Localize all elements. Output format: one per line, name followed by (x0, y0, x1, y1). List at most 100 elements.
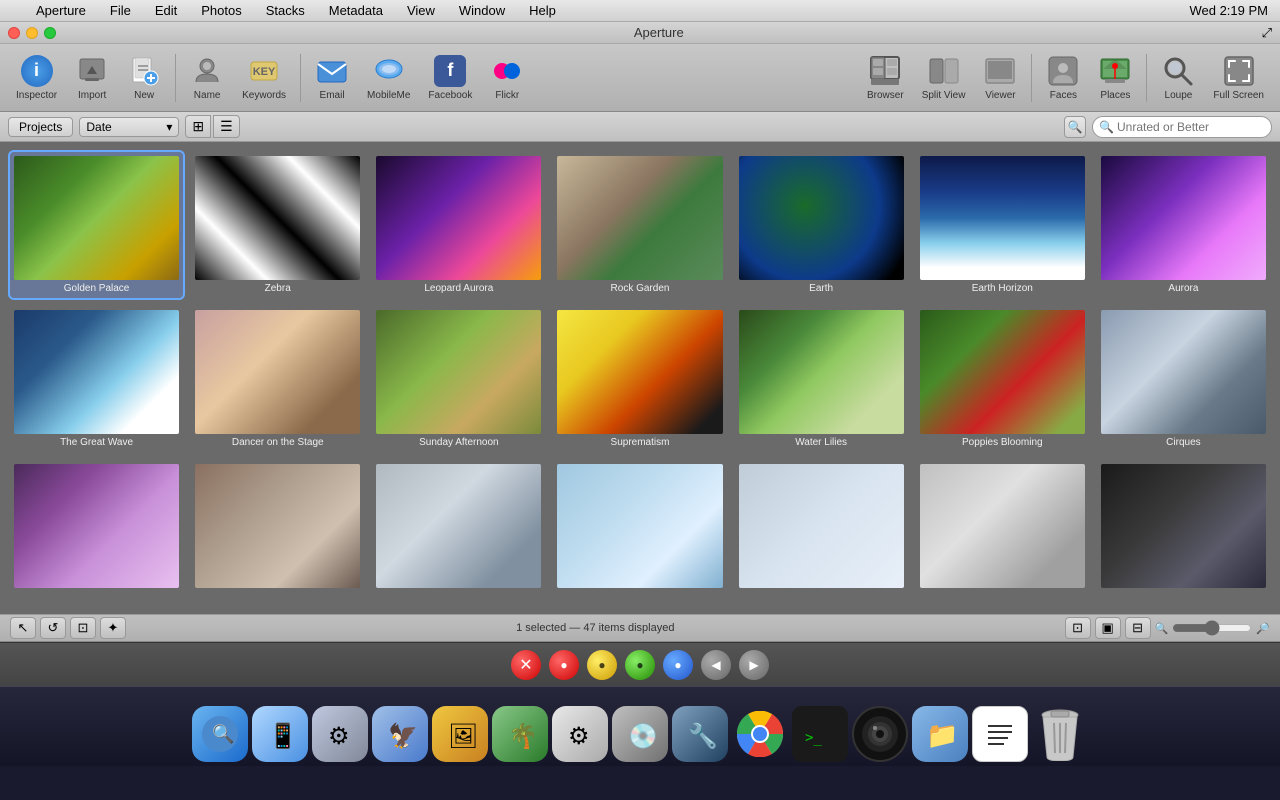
rotate-tool-button[interactable]: ↺ (40, 617, 66, 639)
dock-finder[interactable]: 🔍 (192, 706, 248, 762)
dock-textedit[interactable] (972, 706, 1028, 762)
dock-folder[interactable]: 📁 (912, 706, 968, 762)
inspector-icon: i (21, 55, 53, 87)
dock-camera[interactable] (852, 706, 908, 762)
filmstrip-button[interactable]: ⊟ (1125, 617, 1151, 639)
mobileme-button[interactable]: MobileMe (359, 51, 418, 105)
photo-thumb-21 (1101, 464, 1266, 588)
rate-green-button[interactable]: ● (625, 650, 655, 680)
dock-trash[interactable] (1032, 706, 1088, 762)
dock-iphoto[interactable]: 🌴 (492, 706, 548, 762)
dock-mail[interactable]: 🦅 (372, 706, 428, 762)
photo-label-12: Water Lilies (739, 437, 904, 448)
menu-aperture[interactable]: Aperture (32, 3, 90, 18)
photo-item-10[interactable]: Sunday Afternoon (372, 306, 545, 452)
keywords-button[interactable]: KEY Keywords (234, 51, 294, 105)
email-button[interactable]: Email (307, 51, 357, 105)
photo-item-14[interactable]: Cirques (1097, 306, 1270, 452)
crop-tool-button[interactable]: ⊡ (70, 617, 96, 639)
new-button[interactable]: New (119, 51, 169, 105)
photo-label-14: Cirques (1101, 437, 1266, 448)
splitview-label: Split View (922, 90, 966, 101)
photo-item-17[interactable] (372, 460, 545, 595)
minimize-button[interactable] (26, 27, 38, 39)
maximize-button[interactable] (44, 27, 56, 39)
reject-button[interactable]: ✕ (511, 650, 541, 680)
photo-item-20[interactable] (916, 460, 1089, 595)
photo-label-3: Leopard Aurora (376, 283, 541, 294)
photo-item-9[interactable]: Dancer on the Stage (191, 306, 364, 452)
grid-view-button[interactable]: ⊞ (185, 115, 211, 138)
viewer-button[interactable]: Viewer (975, 51, 1025, 105)
fullscreen-button[interactable]: Full Screen (1205, 51, 1272, 105)
photo-info-button[interactable]: ⊡ (1065, 617, 1091, 639)
svg-text:🌴: 🌴 (508, 722, 538, 750)
prev-button[interactable]: ◀ (701, 650, 731, 680)
arrow-tool-button[interactable]: ↖ (10, 617, 36, 639)
photo-item-18[interactable] (553, 460, 726, 595)
photo-item-8[interactable]: The Great Wave (10, 306, 183, 452)
photo-item-21[interactable] (1097, 460, 1270, 595)
rate-yellow-button[interactable]: ● (587, 650, 617, 680)
menu-file[interactable]: File (106, 3, 135, 18)
facebook-button[interactable]: f Facebook (420, 51, 480, 105)
photo-item-12[interactable]: Water Lilies (735, 306, 908, 452)
projects-breadcrumb[interactable]: Projects (8, 117, 73, 137)
photo-item-1[interactable]: Golden Palace (10, 152, 183, 298)
photo-item-13[interactable]: Poppies Blooming (916, 306, 1089, 452)
photo-item-6[interactable]: Earth Horizon (916, 152, 1089, 298)
menu-metadata[interactable]: Metadata (325, 3, 387, 18)
svg-text:⚙: ⚙ (568, 723, 590, 750)
inspector-button[interactable]: i Inspector (8, 51, 65, 105)
photo-item-19[interactable] (735, 460, 908, 595)
photo-item-11[interactable]: Suprematism (553, 306, 726, 452)
window-resize-icon[interactable]: ⤢ (1262, 25, 1272, 41)
loupe-button[interactable]: Loupe (1153, 51, 1203, 105)
filter-button[interactable]: 🔍 (1064, 116, 1086, 138)
dock-automator[interactable]: ⚙ (552, 706, 608, 762)
photo-item-16[interactable] (191, 460, 364, 595)
fullscreen-icon (1223, 55, 1255, 87)
single-view-button[interactable]: ▣ (1095, 617, 1121, 639)
svg-text:KEY: KEY (253, 66, 276, 78)
faces-button[interactable]: Faces (1038, 51, 1088, 105)
dock-photos[interactable]: 🖼 (432, 706, 488, 762)
close-button[interactable] (8, 27, 20, 39)
sort-select[interactable]: Date ▾ (79, 117, 179, 137)
dock-dvd[interactable]: 💿 (612, 706, 668, 762)
zoom-slider[interactable] (1172, 621, 1252, 635)
search-input[interactable] (1092, 116, 1272, 138)
menu-view[interactable]: View (403, 3, 439, 18)
photo-item-5[interactable]: Earth (735, 152, 908, 298)
zoom-min-icon: 🔍 (1155, 622, 1169, 635)
name-button[interactable]: Name (182, 51, 232, 105)
import-button[interactable]: Import (67, 51, 117, 105)
photo-thumb-18 (557, 464, 722, 588)
menu-photos[interactable]: Photos (197, 3, 245, 18)
photo-item-3[interactable]: Leopard Aurora (372, 152, 545, 298)
dock-sysprefs[interactable]: ⚙ (312, 706, 368, 762)
flickr-button[interactable]: Flickr (482, 51, 532, 105)
places-button[interactable]: Places (1090, 51, 1140, 105)
photo-item-4[interactable]: Rock Garden (553, 152, 726, 298)
list-view-button[interactable]: ☰ (213, 115, 240, 138)
dock-appstore[interactable]: 📱 (252, 706, 308, 762)
rate-blue-button[interactable]: ● (663, 650, 693, 680)
browser-button[interactable]: Browser (859, 51, 912, 105)
menu-help[interactable]: Help (525, 3, 560, 18)
photo-item-15[interactable] (10, 460, 183, 595)
dock-xcode[interactable]: 🔧 (672, 706, 728, 762)
retouch-tool-button[interactable]: ✦ (100, 617, 126, 639)
toolbar-separator-4 (1146, 54, 1147, 102)
menu-edit[interactable]: Edit (151, 3, 181, 18)
splitview-button[interactable]: Split View (914, 51, 974, 105)
dock-chrome[interactable] (732, 706, 788, 762)
menu-stacks[interactable]: Stacks (262, 3, 309, 18)
rate-red-button[interactable]: ● (549, 650, 579, 680)
menu-window[interactable]: Window (455, 3, 509, 18)
svg-text:📱: 📱 (268, 722, 298, 750)
next-button[interactable]: ▶ (739, 650, 769, 680)
photo-item-2[interactable]: Zebra (191, 152, 364, 298)
dock-terminal[interactable]: >_ (792, 706, 848, 762)
photo-item-7[interactable]: Aurora (1097, 152, 1270, 298)
